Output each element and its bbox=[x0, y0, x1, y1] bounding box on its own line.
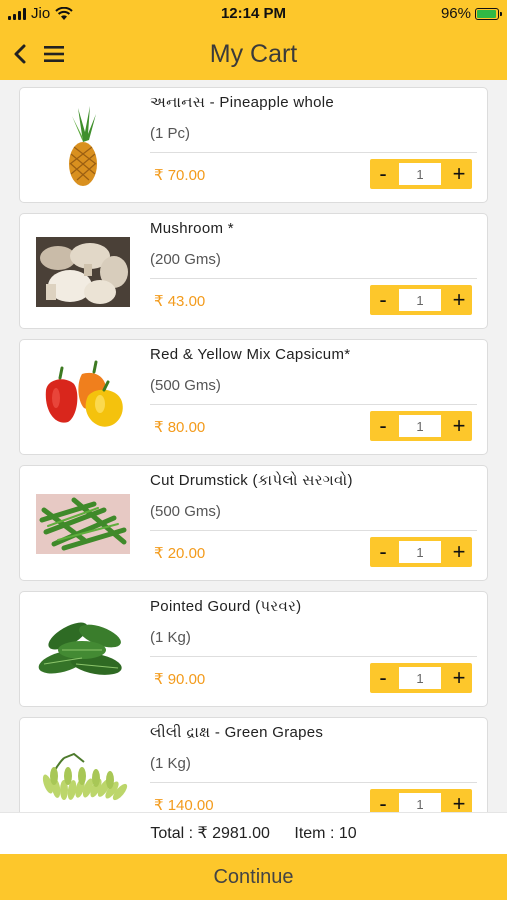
product-name: Pointed Gourd (પરવર) bbox=[150, 598, 302, 615]
continue-button[interactable]: Continue bbox=[0, 854, 507, 900]
cart-item-card: Mushroom * (200 Gms) ₹ 43.00 - + bbox=[19, 213, 488, 329]
divider bbox=[150, 152, 477, 153]
quantity-input[interactable] bbox=[399, 541, 441, 563]
cart-total: Total : ₹ 2981.00 bbox=[150, 825, 270, 842]
back-icon[interactable] bbox=[8, 40, 34, 68]
cart-item-card: લીલી દ્રાક્ષ - Green Grapes (1 Kg) ₹ 140… bbox=[19, 717, 488, 812]
cart-item-count: Item : 10 bbox=[294, 825, 357, 842]
capsicum-image bbox=[34, 354, 132, 440]
product-unit: (500 Gms) bbox=[150, 503, 221, 520]
quantity-stepper: - + bbox=[370, 285, 472, 315]
decrease-quantity-button[interactable]: - bbox=[370, 159, 396, 189]
divider bbox=[150, 278, 477, 279]
pointed-gourd-image bbox=[34, 606, 132, 692]
product-price: ₹ 90.00 bbox=[154, 671, 206, 688]
decrease-quantity-button[interactable]: - bbox=[370, 789, 396, 812]
status-bar: Jio 12:14 PM 96% bbox=[0, 0, 507, 28]
pineapple-image bbox=[34, 102, 132, 188]
product-unit: (1 Kg) bbox=[150, 755, 191, 772]
quantity-stepper: - + bbox=[370, 537, 472, 567]
product-price: ₹ 70.00 bbox=[154, 167, 206, 184]
quantity-input[interactable] bbox=[399, 415, 441, 437]
decrease-quantity-button[interactable]: - bbox=[370, 285, 396, 315]
decrease-quantity-button[interactable]: - bbox=[370, 537, 396, 567]
quantity-input[interactable] bbox=[399, 163, 441, 185]
product-unit: (1 Pc) bbox=[150, 125, 191, 142]
product-name: અનાનસ - Pineapple whole bbox=[150, 94, 335, 111]
quantity-stepper: - + bbox=[370, 663, 472, 693]
cart-item-card: Pointed Gourd (પરવર) (1 Kg) ₹ 90.00 - + bbox=[19, 591, 488, 707]
product-unit: (200 Gms) bbox=[150, 251, 221, 268]
status-right: 96% bbox=[440, 5, 502, 22]
increase-quantity-button[interactable]: + bbox=[446, 285, 472, 315]
cart-item-card: અનાનસ - Pineapple whole (1 Pc) ₹ 70.00 -… bbox=[19, 87, 488, 203]
product-price: ₹ 43.00 bbox=[154, 293, 206, 310]
divider bbox=[150, 782, 477, 783]
decrease-quantity-button[interactable]: - bbox=[370, 411, 396, 441]
battery-percent: 96% bbox=[440, 5, 471, 22]
product-unit: (500 Gms) bbox=[150, 377, 221, 394]
cart-summary: Total : ₹ 2981.00 Item : 10 bbox=[0, 812, 507, 854]
drumstick-image bbox=[34, 480, 132, 566]
increase-quantity-button[interactable]: + bbox=[446, 411, 472, 441]
increase-quantity-button[interactable]: + bbox=[446, 537, 472, 567]
quantity-stepper: - + bbox=[370, 789, 472, 812]
product-name: Cut Drumstick (કાપેલો સરગવો) bbox=[150, 472, 353, 489]
product-name: Red & Yellow Mix Capsicum* bbox=[150, 346, 351, 363]
quantity-input[interactable] bbox=[399, 793, 441, 812]
product-unit: (1 Kg) bbox=[150, 629, 191, 646]
quantity-input[interactable] bbox=[399, 289, 441, 311]
mushroom-image bbox=[34, 228, 132, 314]
page-title: My Cart bbox=[209, 40, 298, 68]
cart-list[interactable]: અનાનસ - Pineapple whole (1 Pc) ₹ 70.00 -… bbox=[0, 80, 507, 812]
nav-bar: My Cart bbox=[0, 28, 507, 80]
increase-quantity-button[interactable]: + bbox=[446, 159, 472, 189]
battery-fill bbox=[477, 9, 497, 18]
menu-icon[interactable] bbox=[42, 42, 66, 66]
divider bbox=[150, 656, 477, 657]
decrease-quantity-button[interactable]: - bbox=[370, 663, 396, 693]
quantity-stepper: - + bbox=[370, 159, 472, 189]
product-name: લીલી દ્રાક્ષ - Green Grapes bbox=[150, 724, 324, 741]
quantity-input[interactable] bbox=[399, 667, 441, 689]
product-price: ₹ 20.00 bbox=[154, 545, 206, 562]
product-price: ₹ 80.00 bbox=[154, 419, 206, 436]
quantity-stepper: - + bbox=[370, 411, 472, 441]
divider bbox=[150, 530, 477, 531]
divider bbox=[150, 404, 477, 405]
cart-item-card: Cut Drumstick (કાપેલો સરગવો) (500 Gms) ₹… bbox=[19, 465, 488, 581]
increase-quantity-button[interactable]: + bbox=[446, 789, 472, 812]
cart-item-card: Red & Yellow Mix Capsicum* (500 Gms) ₹ 8… bbox=[19, 339, 488, 455]
status-time: 12:14 PM bbox=[220, 5, 287, 22]
battery-icon bbox=[475, 7, 502, 20]
green-grapes-image bbox=[34, 732, 132, 812]
product-price: ₹ 140.00 bbox=[154, 797, 214, 812]
increase-quantity-button[interactable]: + bbox=[446, 663, 472, 693]
product-name: Mushroom * bbox=[150, 220, 234, 237]
